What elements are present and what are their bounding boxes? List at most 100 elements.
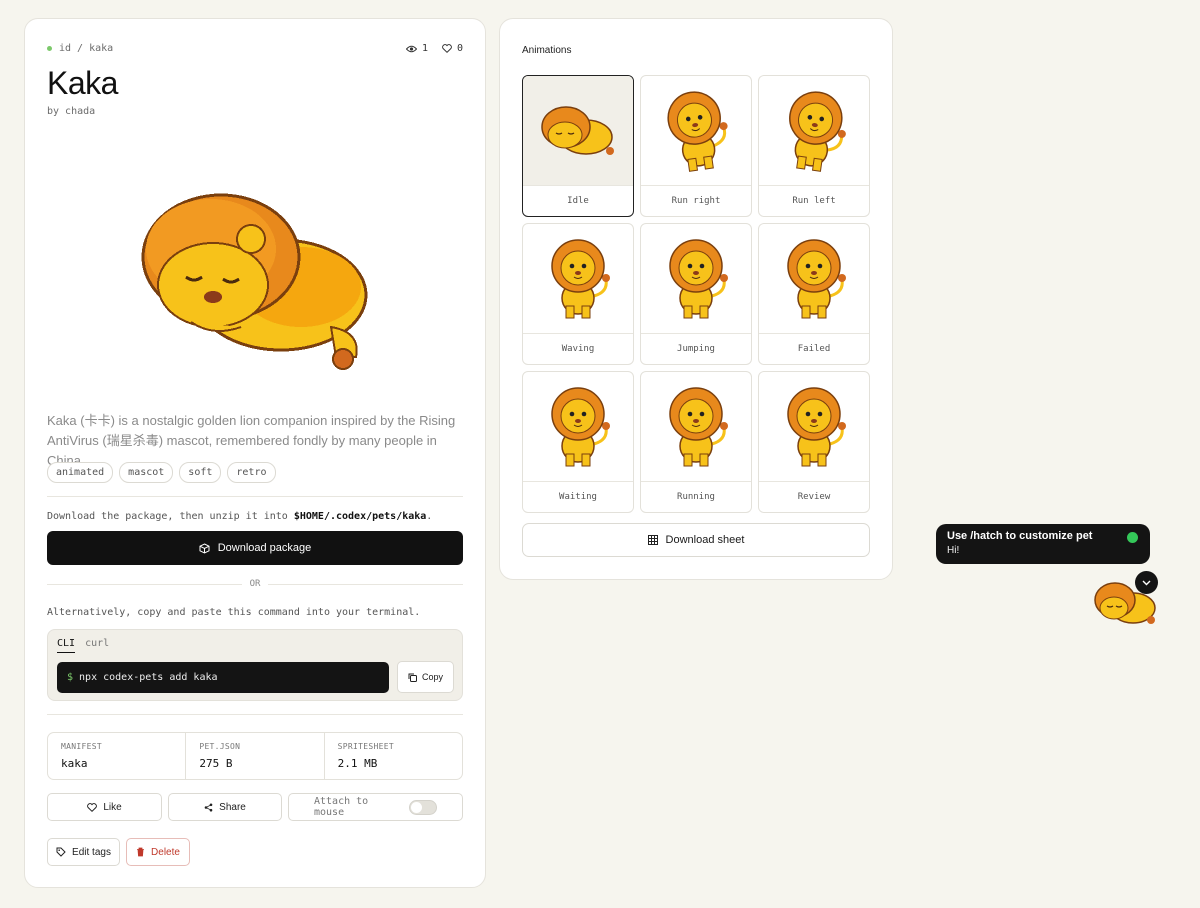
animation-label: Waiting	[559, 492, 597, 502]
attach-label: Attach to mouse	[314, 796, 369, 818]
author-byline: by chada	[47, 106, 96, 117]
meta-label: MANIFEST	[61, 742, 102, 751]
meta-manifest: MANIFEST kaka	[48, 733, 187, 779]
sleeping-lion-image	[141, 193, 368, 370]
tag-chip[interactable]: soft	[179, 462, 222, 483]
animation-preview	[759, 76, 869, 186]
attach-to-mouse-toggle[interactable]: Attach to mouse	[288, 793, 463, 821]
command-text: npx codex-pets add kaka	[79, 672, 218, 683]
animation-option-run-right[interactable]: Run right	[640, 75, 752, 217]
animation-preview	[523, 224, 633, 334]
file-meta-table: MANIFEST kaka PET.JSON 275 B SPRITESHEET…	[47, 732, 463, 780]
or-label: OR	[249, 579, 261, 589]
instruction-text: Download the package, then unzip it into	[47, 511, 294, 522]
likes-stat: 0	[442, 43, 463, 54]
lion-sprite-icon	[541, 105, 614, 155]
animation-label: Run right	[671, 196, 721, 206]
alt-instruction: Alternatively, copy and paste this comma…	[47, 607, 421, 618]
meta-spritesheet: SPRITESHEET 2.1 MB	[325, 733, 462, 779]
meta-label: SPRITESHEET	[337, 742, 394, 751]
animation-preview	[523, 76, 633, 186]
toast-message: Hi!	[947, 545, 960, 556]
delete-label: Delete	[151, 846, 180, 858]
lion-sprite-icon	[789, 90, 846, 172]
animation-label: Review	[797, 492, 831, 502]
copy-button[interactable]: Copy	[397, 661, 454, 693]
chevron-down-icon	[1142, 580, 1151, 585]
edit-tags-button[interactable]: Edit tags	[47, 838, 120, 866]
lion-sprite-icon	[787, 238, 846, 318]
animation-option-review[interactable]: Review	[758, 371, 870, 513]
or-separator: OR	[47, 579, 463, 589]
page-title: Kaka	[47, 65, 118, 101]
animation-preview	[759, 224, 869, 334]
like-button[interactable]: Like	[47, 793, 162, 821]
divider	[47, 714, 463, 715]
status-dot	[47, 46, 52, 51]
likes-count: 0	[456, 43, 463, 54]
animation-preview	[759, 372, 869, 482]
eye-icon	[405, 45, 417, 52]
animation-option-failed[interactable]: Failed	[758, 223, 870, 365]
lion-sprite-icon	[787, 386, 846, 466]
tab-curl[interactable]: curl	[85, 638, 109, 653]
views-count: 1	[421, 43, 428, 54]
command-box: CLI curl $ npx codex-pets add kaka Copy	[47, 629, 463, 701]
animation-label: Run left	[792, 196, 836, 206]
tag-chip[interactable]: mascot	[119, 462, 174, 483]
trash-icon	[137, 847, 145, 857]
delete-button[interactable]: Delete	[126, 838, 190, 866]
animation-preview	[641, 224, 751, 334]
share-icon	[204, 803, 213, 811]
tag-chip[interactable]: animated	[47, 462, 114, 483]
like-label: Like	[103, 801, 122, 813]
breadcrumb-text: id / kaka	[59, 43, 114, 54]
command-text-field[interactable]: $ npx codex-pets add kaka	[57, 662, 389, 693]
animations-grid: Idle Run right Run left Waving Jumping Failed…	[522, 75, 870, 513]
prompt-symbol: $	[67, 672, 74, 683]
animation-label: Waving	[561, 344, 595, 354]
animation-option-waiting[interactable]: Waiting	[522, 371, 634, 513]
toggle-switch[interactable]	[409, 799, 437, 815]
animation-preview	[523, 372, 633, 482]
animation-option-waving[interactable]: Waving	[522, 223, 634, 365]
lion-sprite-icon	[551, 238, 610, 318]
download-package-label: Download package	[217, 542, 312, 554]
hatch-toast: Use /hatch to customize pet Hi!	[936, 524, 1150, 564]
download-sheet-label: Download sheet	[665, 534, 745, 546]
animation-option-idle[interactable]: Idle	[522, 75, 634, 217]
tab-cli[interactable]: CLI	[57, 638, 76, 653]
meta-label: PET.JSON	[199, 742, 241, 751]
meta-value: 2.1 MB	[337, 757, 378, 770]
copy-icon	[408, 673, 417, 682]
divider	[47, 496, 463, 497]
heart-icon	[442, 44, 452, 53]
animation-preview	[641, 76, 751, 186]
tag-chip[interactable]: retro	[227, 462, 276, 483]
animation-option-jumping[interactable]: Jumping	[640, 223, 752, 365]
pet-detail-card: id / kaka 1 0 Kaka by chada Kaka (卡卡) is…	[24, 18, 486, 888]
animation-option-running[interactable]: Running	[640, 371, 752, 513]
lion-sprite-icon	[669, 386, 728, 466]
tag-list: animated mascot soft retro	[47, 462, 276, 483]
animations-card: Animations Idle Run right Run left Waving Ju…	[499, 18, 893, 580]
instruction-suffix: .	[426, 511, 433, 522]
share-button[interactable]: Share	[168, 793, 282, 821]
breadcrumb: id / kaka	[47, 43, 113, 54]
command-tabs: CLI curl	[57, 638, 109, 653]
animation-label: Running	[677, 492, 715, 502]
collapse-button[interactable]	[1135, 571, 1158, 594]
install-path: $HOME/.codex/pets/kaka	[293, 511, 427, 522]
download-package-button[interactable]: Download package	[47, 531, 463, 565]
meta-value: 275 B	[199, 757, 233, 770]
views-stat: 1	[405, 43, 428, 54]
animation-label: Failed	[797, 344, 831, 354]
animation-option-run-left[interactable]: Run left	[758, 75, 870, 217]
download-instruction: Download the package, then unzip it into…	[47, 511, 432, 522]
download-sheet-button[interactable]: Download sheet	[522, 523, 870, 557]
meta-pet-json: PET.JSON 275 B	[186, 733, 325, 779]
animation-label: Idle	[567, 196, 589, 206]
lion-sprite-icon	[669, 238, 728, 318]
animation-label: Jumping	[677, 344, 715, 354]
action-row: Like Share Attach to mouse	[47, 793, 463, 821]
